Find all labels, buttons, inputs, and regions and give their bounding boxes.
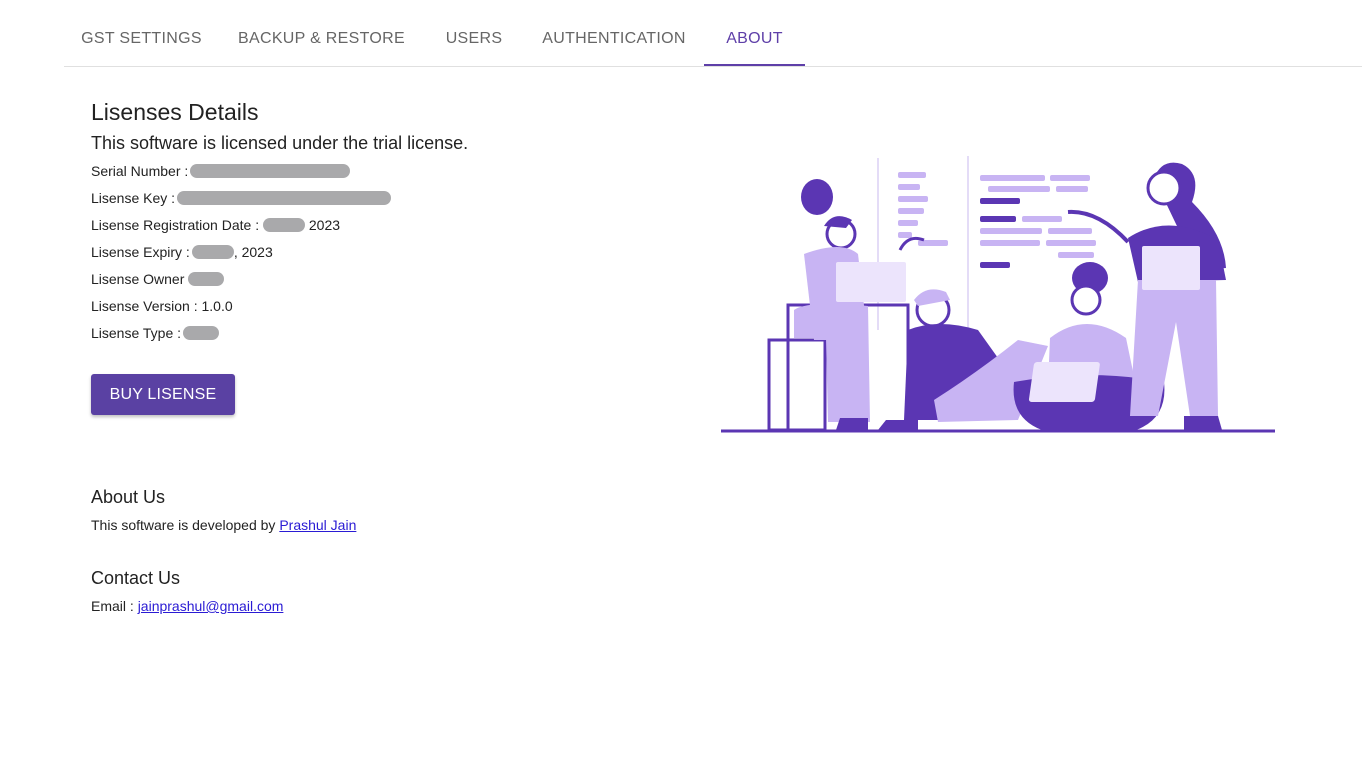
about-section: About Us This software is developed by P… — [91, 484, 356, 534]
redacted-value — [177, 191, 392, 206]
about-text-label: This software is developed by — [91, 517, 280, 533]
about-title: About Us — [91, 487, 166, 507]
contact-text: Email : jainprashul@gmail.com — [91, 597, 283, 615]
tab-users[interactable]: USERS — [424, 0, 524, 67]
license-subtitle: This software is licensed under the tria… — [91, 133, 469, 153]
redacted-value — [188, 272, 225, 287]
registration-date-label: Lisense Registration Date : — [91, 217, 260, 233]
developer-link[interactable]: Prashul Jain — [279, 517, 356, 533]
owner-row: Lisense Owner — [91, 266, 691, 293]
email-link[interactable]: jainprashul@gmail.com — [138, 598, 284, 614]
redacted-value — [190, 164, 351, 179]
contact-title: Contact Us — [91, 568, 181, 588]
contact-section: Contact Us Email : jainprashul@gmail.com — [91, 565, 283, 615]
expiry-label: Lisense Expiry : — [91, 244, 190, 260]
tab-authentication[interactable]: AUTHENTICATION — [524, 0, 704, 67]
license-details: Lisenses Details This software is licens… — [91, 96, 691, 415]
serial-number-row: Serial Number : — [91, 158, 691, 185]
tab-gst-settings[interactable]: GST SETTINGS — [64, 0, 219, 67]
owner-label: Lisense Owner — [91, 271, 185, 287]
license-key-row: Lisense Key : — [91, 185, 691, 212]
tab-backup-restore[interactable]: BACKUP & RESTORE — [219, 0, 424, 67]
type-label: Lisense Type : — [91, 325, 182, 341]
tab-about[interactable]: ABOUT — [704, 0, 805, 67]
active-tab-indicator — [704, 64, 805, 66]
expiry-year: , 2023 — [233, 244, 273, 260]
serial-number-label: Serial Number : — [91, 163, 189, 179]
buy-license-button[interactable]: BUY LISENSE — [91, 374, 235, 415]
registration-date-row: Lisense Registration Date : 2023 — [91, 212, 691, 239]
type-row: Lisense Type : — [91, 320, 691, 347]
version-label: Lisense Version : 1.0.0 — [91, 298, 233, 314]
redacted-value — [183, 326, 220, 341]
about-text: This software is developed by Prashul Ja… — [91, 516, 356, 534]
expiry-row: Lisense Expiry : , 2023 — [91, 239, 691, 266]
license-title: Lisenses Details — [91, 99, 259, 125]
registration-year: 2023 — [308, 217, 341, 233]
email-label: Email : — [91, 598, 138, 614]
redacted-value — [191, 245, 234, 260]
settings-tabs: GST SETTINGS BACKUP & RESTORE USERS AUTH… — [64, 0, 1362, 67]
redacted-value — [262, 218, 305, 233]
team-illustration — [721, 156, 1275, 433]
version-row: Lisense Version : 1.0.0 — [91, 293, 691, 320]
license-key-label: Lisense Key : — [91, 190, 176, 206]
